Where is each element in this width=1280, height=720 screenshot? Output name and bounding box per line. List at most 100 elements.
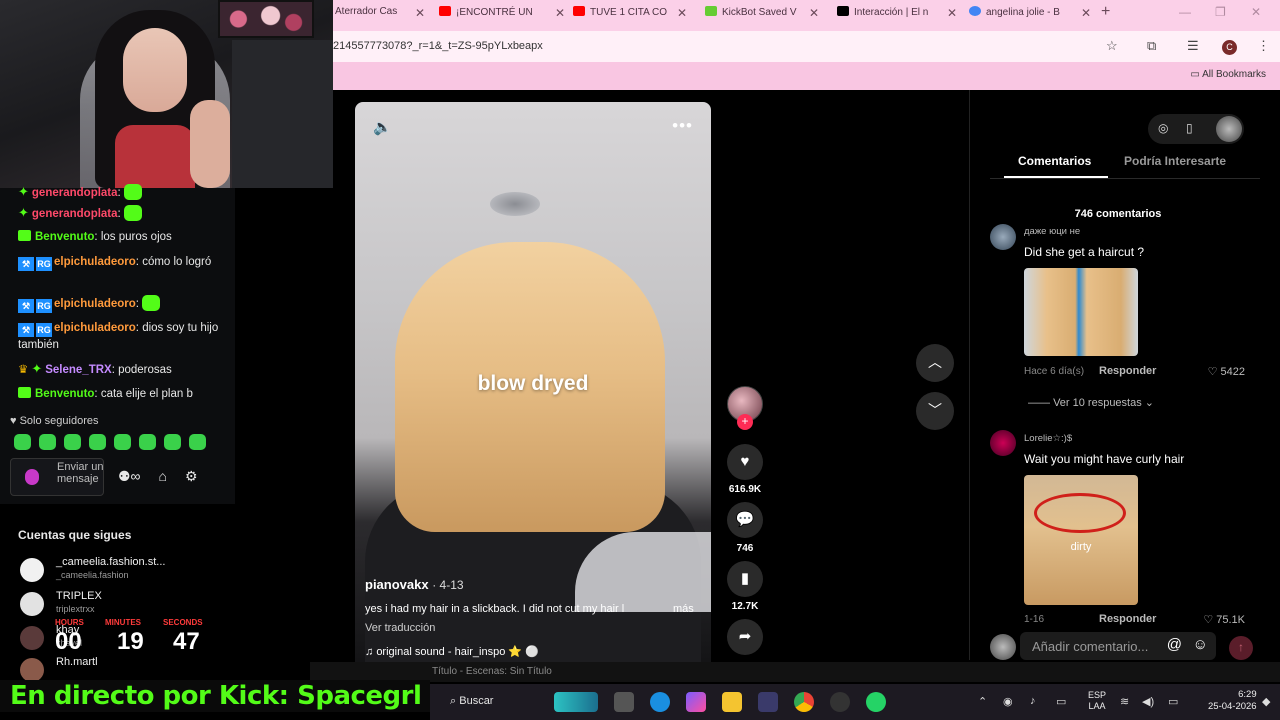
translate-link[interactable]: Ver traducción: [365, 622, 435, 634]
chat-username[interactable]: Benvenuto: [35, 388, 94, 400]
star-icon[interactable]: ☆: [1106, 38, 1118, 54]
users-icon[interactable]: ⚉∞: [118, 468, 141, 485]
close-icon[interactable]: ✕: [1081, 6, 1091, 20]
battery-icon[interactable]: ▭: [1168, 695, 1178, 708]
edge-icon[interactable]: [650, 692, 670, 712]
profile-avatar[interactable]: C: [1222, 40, 1237, 55]
comment-username[interactable]: даже юци не: [1024, 226, 1080, 237]
close-icon[interactable]: ✕: [947, 6, 957, 20]
menu-icon[interactable]: ⋮: [1257, 38, 1270, 54]
like-button[interactable]: ♥: [727, 444, 763, 480]
browser-tab[interactable]: Interacción | El n ✕: [837, 6, 957, 24]
emote-icon[interactable]: [114, 434, 131, 450]
volume-icon[interactable]: 🔈: [373, 118, 392, 136]
language-indicator[interactable]: ESP LAA: [1088, 690, 1106, 712]
emote-icon[interactable]: [14, 434, 31, 450]
gear-icon[interactable]: ⚙: [185, 468, 198, 485]
browser-tab[interactable]: ¡ENCONTRÉ UN ✕: [439, 6, 565, 24]
notification-icon[interactable]: ◆: [1262, 695, 1270, 708]
comment-image[interactable]: [1024, 268, 1138, 356]
send-button[interactable]: ↑: [1229, 636, 1253, 660]
view-replies-button[interactable]: —— Ver 10 respuestas ⌄: [1028, 396, 1154, 409]
comment-image[interactable]: dirty: [1024, 475, 1138, 605]
reply-button[interactable]: Responder: [1099, 365, 1156, 377]
chat-username[interactable]: elpichuladeoro: [54, 256, 136, 268]
comment-button[interactable]: 💬: [727, 502, 763, 538]
extensions-icon[interactable]: ⧉: [1147, 38, 1156, 54]
emote-icon[interactable]: [189, 434, 206, 450]
video-sound[interactable]: ♫ original sound - hair_inspo ⭐ ⚪: [365, 645, 539, 658]
browser-tab[interactable]: angelina jolie - B ✕: [969, 6, 1091, 24]
chat-username[interactable]: elpichuladeoro: [54, 298, 136, 310]
next-video-button[interactable]: ﹀: [916, 392, 954, 430]
media-icon[interactable]: ☰: [1187, 38, 1199, 54]
new-tab-button[interactable]: +: [1101, 3, 1110, 21]
emote-icon[interactable]: [39, 434, 56, 450]
wifi-icon[interactable]: ≋: [1120, 695, 1129, 708]
taskbar-search[interactable]: ⌕ Buscar: [450, 695, 493, 708]
task-view-icon[interactable]: [614, 692, 634, 712]
emoji-icon[interactable]: ☺: [1193, 636, 1208, 653]
url-input[interactable]: 214557773078?_r=1&_t=ZS-95pYLxbeapx: [333, 40, 543, 52]
followed-channel-item[interactable]: _cameelia.fashion.st... _cameelia.fashio…: [18, 556, 228, 586]
browser-tab[interactable]: KickBot Saved V ✕: [705, 6, 819, 24]
browser-tab[interactable]: Aterrador Cas ✕: [335, 6, 425, 24]
emote-icon[interactable]: [164, 434, 181, 450]
mention-icon[interactable]: @: [1167, 636, 1182, 653]
tab-comments[interactable]: Comentarios: [1018, 154, 1091, 168]
follow-plus-icon[interactable]: +: [737, 414, 753, 430]
avatar[interactable]: [990, 430, 1016, 456]
chat-username[interactable]: generandoplata: [32, 187, 118, 199]
emote-icon[interactable]: [139, 434, 156, 450]
chat-username[interactable]: generandoplata: [32, 208, 118, 220]
chat-input[interactable]: Enviar un mensaje: [10, 458, 104, 496]
followed-channel-item[interactable]: TRIPLEX triplextrxx: [18, 590, 228, 620]
save-button[interactable]: ▮: [727, 561, 763, 597]
compass-icon[interactable]: ◎: [1158, 121, 1168, 135]
display-icon[interactable]: ▭: [1056, 695, 1066, 708]
chat-username[interactable]: elpichuladeoro: [54, 322, 136, 334]
chat-username[interactable]: Selene_TRX: [45, 364, 111, 376]
volume-icon[interactable]: ◀): [1142, 695, 1154, 708]
share-button[interactable]: ➦: [727, 619, 763, 655]
close-icon[interactable]: ✕: [555, 6, 565, 20]
whatsapp-icon[interactable]: [866, 692, 886, 712]
caption-more-link[interactable]: más: [673, 603, 694, 615]
microphone-icon[interactable]: ♪: [1030, 695, 1036, 707]
comment-like[interactable]: ♡ 5422: [1208, 365, 1245, 378]
emote-icon[interactable]: [64, 434, 81, 450]
avatar[interactable]: [990, 224, 1016, 250]
tab-recommended[interactable]: Podría Interesarte: [1124, 154, 1226, 168]
tray-app-icon[interactable]: ◉: [1003, 695, 1013, 708]
comment-input[interactable]: Añadir comentario... @ ☺: [1020, 632, 1216, 660]
taskbar-clock[interactable]: 6:29 25-04-2026: [1208, 689, 1257, 713]
emote-icon[interactable]: [89, 434, 106, 450]
chat-username[interactable]: Benvenuto: [35, 231, 94, 243]
device-icon[interactable]: ▯: [1186, 121, 1193, 135]
comment-username[interactable]: Lorelie☆:)$: [1024, 433, 1072, 444]
previous-video-button[interactable]: ︿: [916, 344, 954, 382]
maximize-icon[interactable]: ❐: [1215, 5, 1226, 19]
tray-chevron-icon[interactable]: ⌃: [978, 695, 987, 708]
widget-icon[interactable]: [554, 692, 598, 712]
copilot-icon[interactable]: [686, 692, 706, 712]
video-author[interactable]: pianovakx · 4-13: [365, 577, 464, 592]
browser-tab[interactable]: TUVE 1 CITA CO ✕: [573, 6, 687, 24]
minimize-icon[interactable]: —: [1179, 5, 1191, 19]
user-avatar[interactable]: [1216, 116, 1242, 142]
close-icon[interactable]: ✕: [415, 6, 425, 20]
video-player[interactable]: blow dryed 🔈 ••• pianovakx · 4-13 yes i …: [355, 102, 711, 662]
close-window-icon[interactable]: ✕: [1251, 5, 1261, 19]
store-icon[interactable]: ⌂: [159, 468, 167, 485]
store-icon[interactable]: [758, 692, 778, 712]
close-icon[interactable]: ✕: [677, 6, 687, 20]
obs-icon[interactable]: [830, 692, 850, 712]
chat-message: ⚒ RG elpichuladeoro:: [18, 295, 223, 313]
chrome-icon[interactable]: [794, 692, 814, 712]
close-icon[interactable]: ✕: [809, 6, 819, 20]
reply-button[interactable]: Responder: [1099, 613, 1156, 625]
more-options-icon[interactable]: •••: [672, 116, 693, 136]
comment-like[interactable]: ♡ 75.1K: [1203, 613, 1245, 626]
all-bookmarks-button[interactable]: ▭ All Bookmarks: [1190, 69, 1266, 80]
file-explorer-icon[interactable]: [722, 692, 742, 712]
